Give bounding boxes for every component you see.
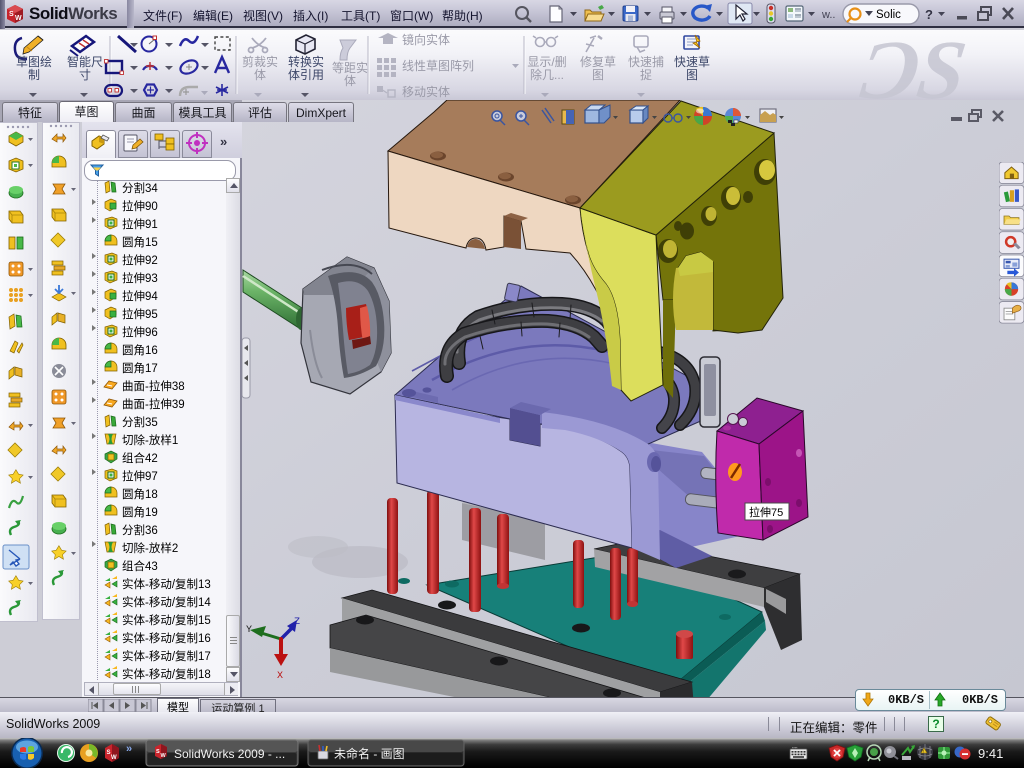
svg-text:W: W xyxy=(15,15,22,22)
svg-text:Z: Z xyxy=(294,617,300,628)
svg-text:S: S xyxy=(9,11,14,18)
svg-text:未命名 - 画图: 未命名 - 画图 xyxy=(334,746,405,761)
svg-text:9:41: 9:41 xyxy=(978,746,1003,761)
svg-text:ϽS: ϽS xyxy=(856,30,972,100)
svg-text:SolidWorks 2009 - ...: SolidWorks 2009 - ... xyxy=(174,747,285,761)
svg-text:Solic: Solic xyxy=(876,9,901,21)
svg-text:»: » xyxy=(126,743,132,755)
svg-text:拉伸75: 拉伸75 xyxy=(749,505,783,519)
svg-text:w..: w.. xyxy=(821,9,835,21)
svg-text:!: ! xyxy=(923,749,924,754)
svg-text:W: W xyxy=(161,753,167,759)
svg-text:W: W xyxy=(111,755,117,761)
svg-text:S: S xyxy=(107,750,111,756)
svg-text:S: S xyxy=(156,749,160,755)
svg-text:?: ? xyxy=(925,7,933,22)
svg-text:****: **** xyxy=(792,747,798,751)
svg-text:X: X xyxy=(277,671,283,682)
svg-text:Y: Y xyxy=(246,625,252,636)
